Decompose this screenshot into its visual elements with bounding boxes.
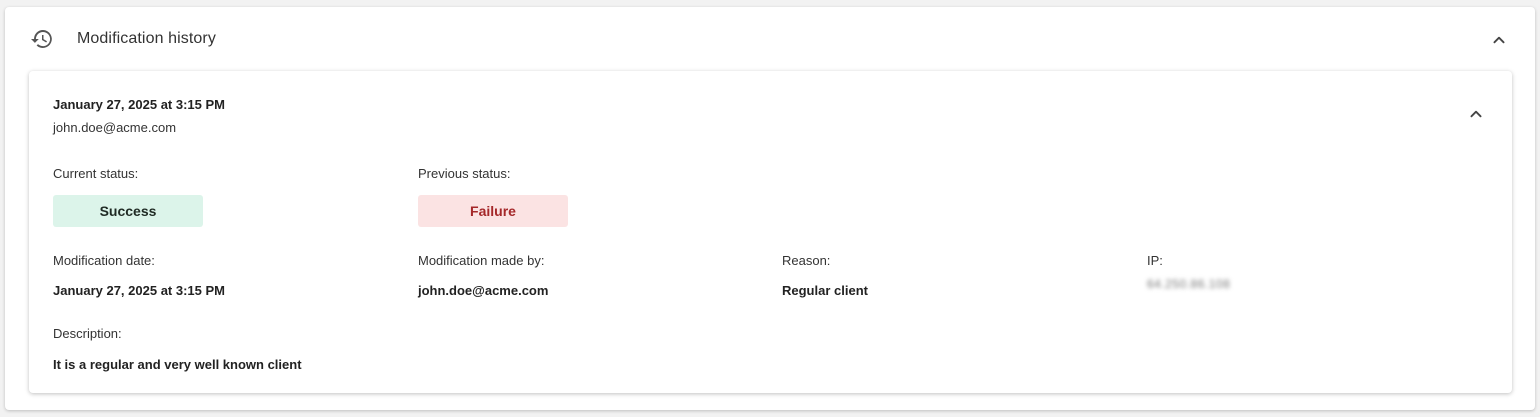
modification-date-label: Modification date: xyxy=(53,253,155,268)
history-icon xyxy=(30,27,54,51)
chevron-up-icon[interactable] xyxy=(1488,29,1510,51)
modified-by-value: john.doe@acme.com xyxy=(418,283,549,298)
panel-title: Modification history xyxy=(77,30,216,47)
reason-value: Regular client xyxy=(782,283,868,298)
previous-status-badge: Failure xyxy=(418,195,568,227)
ip-label: IP: xyxy=(1147,253,1163,268)
entry-user-email: john.doe@acme.com xyxy=(53,120,177,135)
modification-history-panel: Modification history January 27, 2025 at… xyxy=(5,7,1535,410)
description-label: Description: xyxy=(53,326,122,341)
modified-by-label: Modification made by: xyxy=(418,253,545,268)
chevron-up-icon[interactable] xyxy=(1465,103,1487,125)
modification-date-value: January 27, 2025 at 3:15 PM xyxy=(53,283,225,298)
ip-value: 64.250.86.108 xyxy=(1147,277,1231,291)
modification-history-header[interactable]: Modification history xyxy=(5,7,1535,71)
reason-label: Reason: xyxy=(782,253,831,268)
previous-status-label: Previous status: xyxy=(418,166,511,181)
description-value: It is a regular and very well known clie… xyxy=(53,357,302,372)
entry-date: January 27, 2025 at 3:15 PM xyxy=(53,97,225,112)
current-status-label: Current status: xyxy=(53,166,139,181)
current-status-badge: Success xyxy=(53,195,203,227)
history-entry-card: January 27, 2025 at 3:15 PM john.doe@acm… xyxy=(29,71,1512,393)
